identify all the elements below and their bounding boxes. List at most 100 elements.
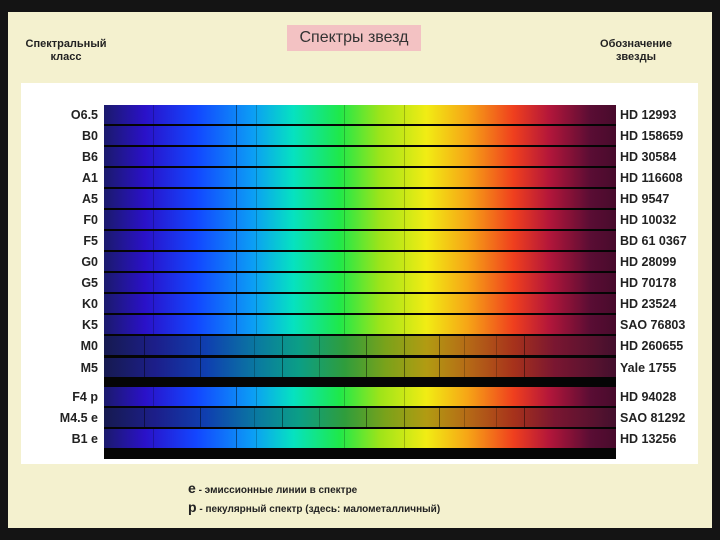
absorption-line [404, 387, 405, 406]
spectral-class-label: A5 [82, 192, 98, 206]
absorption-line [344, 315, 345, 334]
spectrum-strip [104, 429, 616, 448]
absorption-line [153, 429, 154, 448]
absorption-line [344, 387, 345, 406]
absorption-line [319, 358, 320, 377]
page-title: Спектры звезд [287, 25, 421, 51]
spectral-class-label: O6.5 [70, 108, 98, 122]
absorption-line [464, 358, 465, 377]
absorption-line [439, 358, 440, 377]
absorption-line [404, 210, 405, 229]
absorption-line [344, 189, 345, 208]
spectral-class-header-line-1: Спектральный [25, 38, 107, 50]
spectrum-strip [104, 147, 616, 166]
spectrum-strip [104, 126, 616, 145]
absorption-line [344, 210, 345, 229]
absorption-line [344, 126, 345, 145]
absorption-line [200, 358, 201, 377]
spectral-class-label: B1 e [71, 432, 98, 446]
absorption-line [236, 315, 237, 334]
absorption-line [404, 294, 405, 313]
star-designation-label: HD 10032 [620, 213, 677, 227]
star-designation-header: Обозначение звезды [590, 38, 682, 64]
legend-emission-key: e [188, 480, 196, 496]
slide: Спектры звезд Спектральный класс Обознач… [8, 12, 712, 528]
absorption-line [404, 336, 405, 355]
absorption-line [153, 252, 154, 271]
spectrum-strip [104, 210, 616, 229]
absorption-line [344, 429, 345, 448]
absorption-line [153, 147, 154, 166]
absorption-line [404, 429, 405, 448]
star-designation-label: Yale 1755 [620, 361, 677, 375]
absorption-line [236, 252, 237, 271]
spectral-class-label: F5 [83, 234, 98, 248]
absorption-line [236, 126, 237, 145]
absorption-line [144, 336, 145, 355]
absorption-line [319, 408, 320, 427]
absorption-line [236, 210, 237, 229]
absorption-line [439, 336, 440, 355]
absorption-line [256, 231, 257, 250]
absorption-line [256, 189, 257, 208]
absorption-line [344, 147, 345, 166]
star-designation-header-line-1: Обозначение [600, 38, 672, 50]
star-designation-label: HD 158659 [620, 129, 684, 143]
star-designation-label: HD 116608 [620, 171, 683, 185]
spectrum-strip [104, 336, 616, 355]
absorption-line [464, 408, 465, 427]
absorption-line [404, 358, 405, 377]
absorption-line [404, 168, 405, 187]
absorption-line [282, 336, 283, 355]
spectrum-strip [104, 387, 616, 406]
absorption-line [236, 294, 237, 313]
absorption-line [254, 336, 255, 355]
absorption-line [153, 210, 154, 229]
absorption-line [366, 408, 367, 427]
legend-emission-text: - эмиссионные линии в спектре [195, 485, 358, 496]
legend-peculiar-key: p [188, 499, 197, 515]
absorption-line [366, 336, 367, 355]
spectrum-strip [104, 408, 616, 427]
legend-peculiar-text: - пекулярный спектр (здесь: малометаллич… [196, 504, 441, 515]
absorption-line [153, 315, 154, 334]
absorption-line [236, 168, 237, 187]
absorption-line [144, 408, 145, 427]
absorption-line [200, 408, 201, 427]
absorption-line [153, 105, 154, 124]
absorption-line [153, 231, 154, 250]
absorption-line [404, 126, 405, 145]
absorption-line [254, 358, 255, 377]
absorption-line [236, 189, 237, 208]
spectral-class-label: M5 [80, 361, 98, 375]
absorption-line [256, 387, 257, 406]
star-designation-label: HD 260655 [620, 339, 684, 353]
spectral-class-label: B0 [82, 129, 98, 143]
absorption-line [153, 126, 154, 145]
absorption-line [153, 273, 154, 292]
absorption-line [496, 358, 497, 377]
absorption-line [344, 273, 345, 292]
absorption-line [236, 147, 237, 166]
star-designation-label: HD 23524 [620, 297, 677, 311]
absorption-line [256, 252, 257, 271]
spectrum-strip [104, 168, 616, 187]
absorption-line [404, 252, 405, 271]
absorption-line [366, 358, 367, 377]
absorption-line [319, 336, 320, 355]
absorption-line [404, 315, 405, 334]
spectral-class-header-line-2: класс [50, 51, 82, 63]
star-designation-label: HD 12993 [620, 108, 677, 122]
absorption-line [496, 336, 497, 355]
spectral-class-label: A1 [82, 171, 98, 185]
absorption-line [236, 429, 237, 448]
absorption-line [344, 105, 345, 124]
absorption-line [256, 294, 257, 313]
absorption-line [256, 429, 257, 448]
legend-peculiar: p - пекулярный спектр (здесь: малометалл… [188, 499, 588, 515]
spectrum-strip [104, 358, 616, 377]
spectrum-strip [104, 252, 616, 271]
absorption-line [236, 231, 237, 250]
star-designation-label: SAO 81292 [620, 411, 686, 425]
spectral-class-label: K5 [82, 318, 98, 332]
